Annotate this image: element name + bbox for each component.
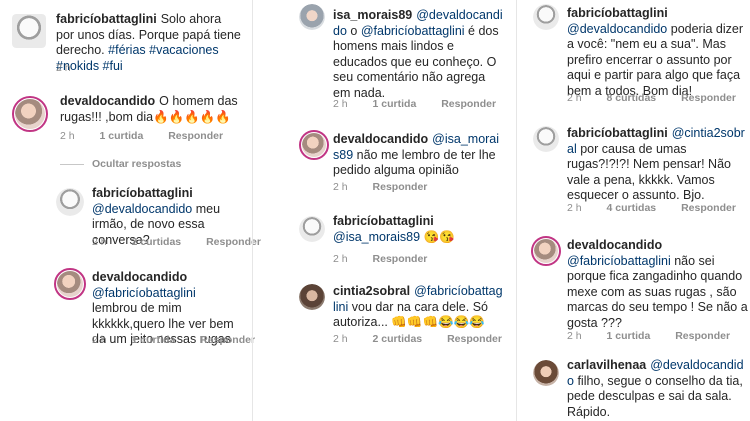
comment-meta: 2 h 1 curtida Responder — [567, 330, 750, 342]
mention-link[interactable]: @isa_morais89 — [333, 230, 420, 244]
comment-username[interactable]: isa_morais89 — [333, 8, 412, 22]
comment-time: 2 h — [92, 334, 107, 346]
comment-username[interactable]: fabricíobattaglini — [333, 214, 434, 228]
likes-count[interactable]: 1 curtida — [373, 98, 417, 110]
reply-button[interactable]: Responder — [200, 334, 255, 346]
comment-username[interactable]: carlavilhenaa — [567, 358, 646, 372]
mention-link[interactable]: @fabricíobattaglini — [361, 24, 465, 38]
comment-username[interactable]: fabricíobattaglini — [567, 126, 668, 140]
reply-button[interactable]: Responder — [441, 98, 496, 110]
comment-time: 2 h — [567, 92, 582, 104]
likes-count[interactable]: 4 curtidas — [607, 202, 657, 214]
comment-meta: 2 h 1 curtida Responder — [92, 334, 277, 346]
comment-text: por causa de umas rugas?!?!?! Nem pensar… — [567, 141, 731, 203]
comment-time: 2 h — [333, 98, 348, 110]
mention-link[interactable]: @fabricíobattaglini — [567, 254, 671, 268]
comment-meta: 2 h 1 curtida Responder — [333, 98, 518, 110]
reply-button[interactable]: Responder — [168, 130, 223, 142]
avatar[interactable] — [54, 268, 86, 300]
comment-body: devaldocandido O homem das rugas!!! ,bom … — [60, 94, 240, 125]
comment-body: isa_morais89 @devaldocandido o @fabricíob… — [333, 8, 505, 101]
comment-text: não me lembro de ter lhe pedido alguma o… — [333, 147, 496, 178]
comment-meta: 2 h Responder — [333, 253, 449, 265]
comment-body: devaldocandido @fabricíobattaglini não se… — [567, 238, 749, 331]
comment-username[interactable]: devaldocandido — [92, 270, 187, 284]
comment-body: cintia2sobral @fabricíobattaglini vou dar… — [333, 284, 505, 331]
reply-button[interactable]: Responder — [675, 330, 730, 342]
comment-time: 2 h — [567, 202, 582, 214]
comments-column-1: fabricíobattaglini Solo ahora por unos dí… — [0, 0, 261, 421]
likes-count[interactable]: 1 curtida — [607, 330, 651, 342]
avatar[interactable] — [299, 130, 329, 160]
comment-text: 😘😘 — [423, 229, 455, 244]
comment-username[interactable]: fabricíobattaglini — [92, 186, 193, 200]
comment-body: fabricíobattaglini @isa_morais89 😘😘 — [333, 214, 505, 245]
hide-replies-button[interactable]: Ocultar respostas — [92, 158, 181, 170]
avatar[interactable] — [533, 126, 559, 152]
reply-button[interactable]: Responder — [373, 253, 428, 265]
mention-link[interactable]: @fabricíobattaglini — [92, 286, 196, 300]
reply-button[interactable]: Responder — [373, 181, 428, 193]
likes-count[interactable]: 2 curtidas — [373, 333, 423, 345]
divider — [60, 164, 84, 165]
likes-count[interactable]: 2 curtidas — [132, 236, 182, 248]
comments-column-3: fabricíobattaglini @devaldocandido poderi… — [516, 0, 750, 421]
reply-button[interactable]: Responder — [447, 333, 502, 345]
comments-column-2: isa_morais89 @devaldocandido o @fabricíob… — [252, 0, 508, 421]
mention-link[interactable]: @devaldocandido — [92, 202, 192, 216]
avatar[interactable] — [531, 236, 561, 266]
avatar[interactable] — [533, 360, 559, 386]
comment-meta: 2 h 2 curtidas Responder — [333, 333, 524, 345]
avatar[interactable] — [56, 188, 84, 216]
comment-username[interactable]: fabricíobattaglini — [56, 12, 157, 26]
comment-username[interactable]: fabricíobattaglini — [567, 6, 668, 20]
comment-username[interactable]: devaldocandido — [567, 238, 662, 252]
comment-time: 2 h — [333, 253, 348, 265]
comment-meta: 2 h Responder — [333, 181, 449, 193]
comment-body: carlavilhenaa @devaldocandido filho, segu… — [567, 358, 749, 420]
comment-body: fabricíobattaglini @devaldocandido poderi… — [567, 6, 747, 99]
comment-time: 2 h — [567, 330, 582, 342]
comment-meta: 2 h 4 curtidas Responder — [567, 202, 750, 214]
reply-button[interactable]: Responder — [681, 202, 736, 214]
mention-link[interactable]: @devaldocandido — [567, 22, 667, 36]
avatar[interactable] — [299, 216, 325, 242]
comment-time: 2 h — [56, 62, 71, 74]
avatar[interactable] — [299, 284, 325, 310]
comment-meta: 2 h — [56, 62, 93, 74]
comment-username[interactable]: devaldocandido — [333, 132, 428, 146]
comment-text: vou dar na cara dele. Só autoriza... 👊👊👊… — [333, 299, 488, 330]
comment-meta: 2 h 1 curtida Responder — [60, 130, 245, 142]
likes-count[interactable]: 1 curtida — [100, 130, 144, 142]
comment-body: devaldocandido @isa_morais89 não me lembr… — [333, 132, 505, 179]
comment-meta: 2 h 8 curtidas Responder — [567, 92, 750, 104]
comment-time: 2 h — [60, 130, 75, 142]
likes-count[interactable]: 1 curtida — [132, 334, 176, 346]
likes-count[interactable]: 8 curtidas — [607, 92, 657, 104]
comment-body: fabricíobattaglini @cintia2sobral por cau… — [567, 126, 749, 204]
avatar[interactable] — [299, 4, 325, 30]
comment-text: filho, segue o conselho da tia, pede des… — [567, 373, 743, 419]
avatar[interactable] — [12, 14, 46, 48]
comment-username[interactable]: devaldocandido — [60, 94, 155, 108]
avatar[interactable] — [12, 96, 48, 132]
reply-button[interactable]: Responder — [681, 92, 736, 104]
avatar[interactable] — [533, 4, 559, 30]
comment-time: 2 h — [333, 181, 348, 193]
comment-time: 2 h — [333, 333, 348, 345]
comment-username[interactable]: cintia2sobral — [333, 284, 410, 298]
comment-time: 2 h — [92, 236, 107, 248]
comment-text: o — [350, 23, 358, 38]
